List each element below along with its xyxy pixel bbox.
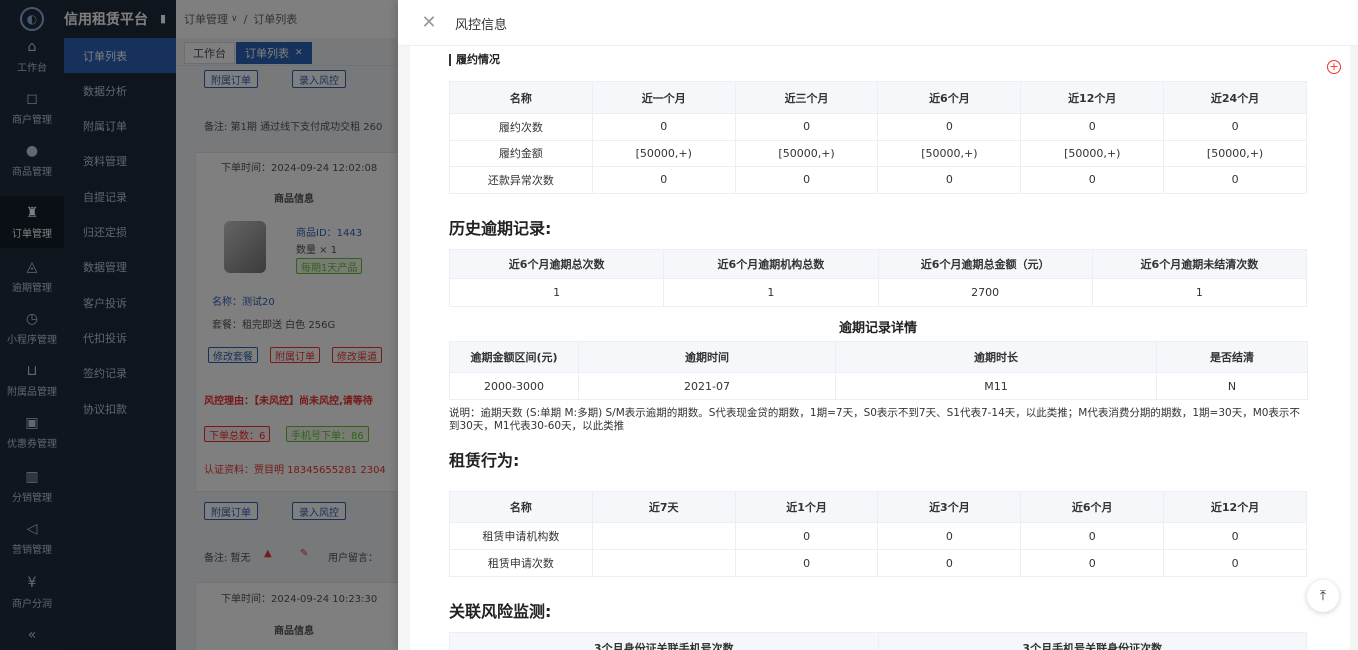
table-cell: [50000,+)	[734, 139, 879, 167]
column-header: 逾期金额区间(元)	[449, 341, 579, 373]
table-cell: 0	[1020, 549, 1165, 577]
table-row: 租赁申请机构数 0 0 0 0	[449, 522, 1307, 550]
column-header: 逾期时间	[578, 341, 836, 373]
table-row: 还款异常次数 0 0 0 0 0	[449, 166, 1307, 194]
column-header: 近6个月逾期总金额（元）	[877, 249, 1093, 279]
column-header: 近24个月	[1163, 81, 1307, 114]
table-cell: 0	[877, 166, 1022, 194]
table-cell: 租赁申请次数	[449, 549, 593, 577]
overdue-title: 历史逾期记录:	[449, 219, 552, 238]
table-cell: 1	[663, 278, 879, 307]
table-cell: 2000-3000	[449, 372, 579, 400]
performance-title: 履约情况	[449, 54, 500, 66]
table-cell: 履约次数	[449, 113, 593, 141]
drawer-header: ✕ 风控信息	[398, 0, 1358, 46]
table-cell: 履约金额	[449, 139, 593, 167]
table-cell: 0	[1163, 166, 1307, 194]
column-header: 逾期时长	[835, 341, 1157, 373]
risk-control-drawer: ✕ 风控信息 履约情况 名称 近一个月 近三个月 近6个月 近12个月 近24个月 履约次…	[398, 0, 1358, 650]
table-cell: 2700	[877, 278, 1093, 307]
table-cell: 0	[877, 522, 1022, 550]
table-row: 履约金额 [50000,+) [50000,+) [50000,+) [50000,+)…	[449, 139, 1307, 167]
table-cell: 0	[734, 522, 879, 550]
table-row: 2000-3000 2021-07 M11 N	[449, 372, 1308, 400]
column-header: 3个月身份证关联手机号次数	[449, 632, 879, 650]
table-cell	[591, 522, 736, 550]
overdue-table: 近6个月逾期总次数 近6个月逾期机构总数 近6个月逾期总金额（元） 近6个月逾期未结清…	[448, 249, 1308, 307]
table-cell: [50000,+)	[1020, 139, 1165, 167]
column-header: 近3个月	[877, 491, 1022, 523]
column-header: 近6个月	[877, 81, 1022, 114]
table-cell: M11	[835, 372, 1157, 400]
table-cell: 1	[448, 278, 665, 307]
plus-circle-icon[interactable]: +	[1327, 60, 1341, 74]
column-header: 是否结清	[1156, 341, 1308, 373]
table-row: 1 1 2700 1	[448, 278, 1308, 307]
table-row: 租赁申请次数 0 0 0 0	[449, 549, 1307, 577]
table-cell: 1	[1091, 278, 1308, 307]
column-header: 名称	[449, 81, 593, 114]
table-cell: 还款异常次数	[449, 166, 593, 194]
table-cell: 0	[1163, 113, 1307, 141]
drawer-title: 风控信息	[455, 18, 508, 33]
table-cell: N	[1156, 372, 1308, 400]
table-cell: 0	[734, 549, 879, 577]
table-cell: 0	[1020, 166, 1165, 194]
column-header: 近6个月逾期未结清次数	[1091, 249, 1308, 279]
table-cell: [50000,+)	[591, 139, 736, 167]
column-header: 近12个月	[1020, 81, 1165, 114]
table-cell: 2021-07	[578, 372, 836, 400]
drawer-body: 履约情况 名称 近一个月 近三个月 近6个月 近12个月 近24个月 履约次数 0 0 0 0 0 履…	[398, 46, 1358, 650]
overdue-detail-table: 逾期金额区间(元) 逾期时间 逾期时长 是否结清 2000-3000 2021-07 M1…	[449, 341, 1308, 400]
table-cell: 0	[591, 113, 736, 141]
column-header: 近12个月	[1163, 491, 1307, 523]
table-cell	[591, 549, 736, 577]
column-header: 近6个月逾期总次数	[448, 249, 665, 279]
modal-overlay[interactable]	[0, 0, 398, 650]
table-row: 履约次数 0 0 0 0 0	[449, 113, 1307, 141]
column-header: 近6个月逾期机构总数	[663, 249, 879, 279]
close-icon[interactable]: ✕	[420, 12, 438, 33]
column-header: 近6个月	[1020, 491, 1165, 523]
table-cell: 0	[1020, 522, 1165, 550]
table-cell: 0	[1020, 113, 1165, 141]
column-header: 近三个月	[734, 81, 879, 114]
column-header: 近一个月	[591, 81, 736, 114]
related-title: 关联风险监测:	[449, 602, 552, 621]
table-cell: 0	[1163, 522, 1307, 550]
table-cell: 0	[734, 166, 879, 194]
table-cell: 0	[877, 113, 1022, 141]
table-cell: 0	[1163, 549, 1307, 577]
table-cell: 租赁申请机构数	[449, 522, 593, 550]
column-header: 3个月手机号关联身份证次数	[877, 632, 1307, 650]
performance-table: 名称 近一个月 近三个月 近6个月 近12个月 近24个月 履约次数 0 0 0 0 0 履约金额 [5…	[449, 81, 1307, 194]
back-to-top-icon[interactable]: ⤒	[1307, 580, 1339, 612]
rental-title: 租赁行为:	[449, 451, 520, 470]
table-cell: [50000,+)	[1163, 139, 1307, 167]
table-cell: 0	[734, 113, 879, 141]
overdue-note: 说明：逾期天数 (S:单期 M:多期) S/M表示逾期的期数。S代表现金贷的期数…	[449, 407, 1300, 432]
table-cell: 0	[877, 549, 1022, 577]
column-header: 名称	[449, 491, 593, 523]
table-cell: 0	[591, 166, 736, 194]
column-header: 近7天	[591, 491, 736, 523]
column-header: 近1个月	[734, 491, 879, 523]
related-table: 3个月身份证关联手机号次数 3个月手机号关联身份证次数	[449, 632, 1307, 650]
table-cell: [50000,+)	[877, 139, 1022, 167]
overdue-detail-title: 逾期记录详情	[838, 321, 917, 336]
rental-table: 名称 近7天 近1个月 近3个月 近6个月 近12个月 租赁申请机构数 0 0 0 0 租赁申请次数…	[449, 491, 1307, 577]
